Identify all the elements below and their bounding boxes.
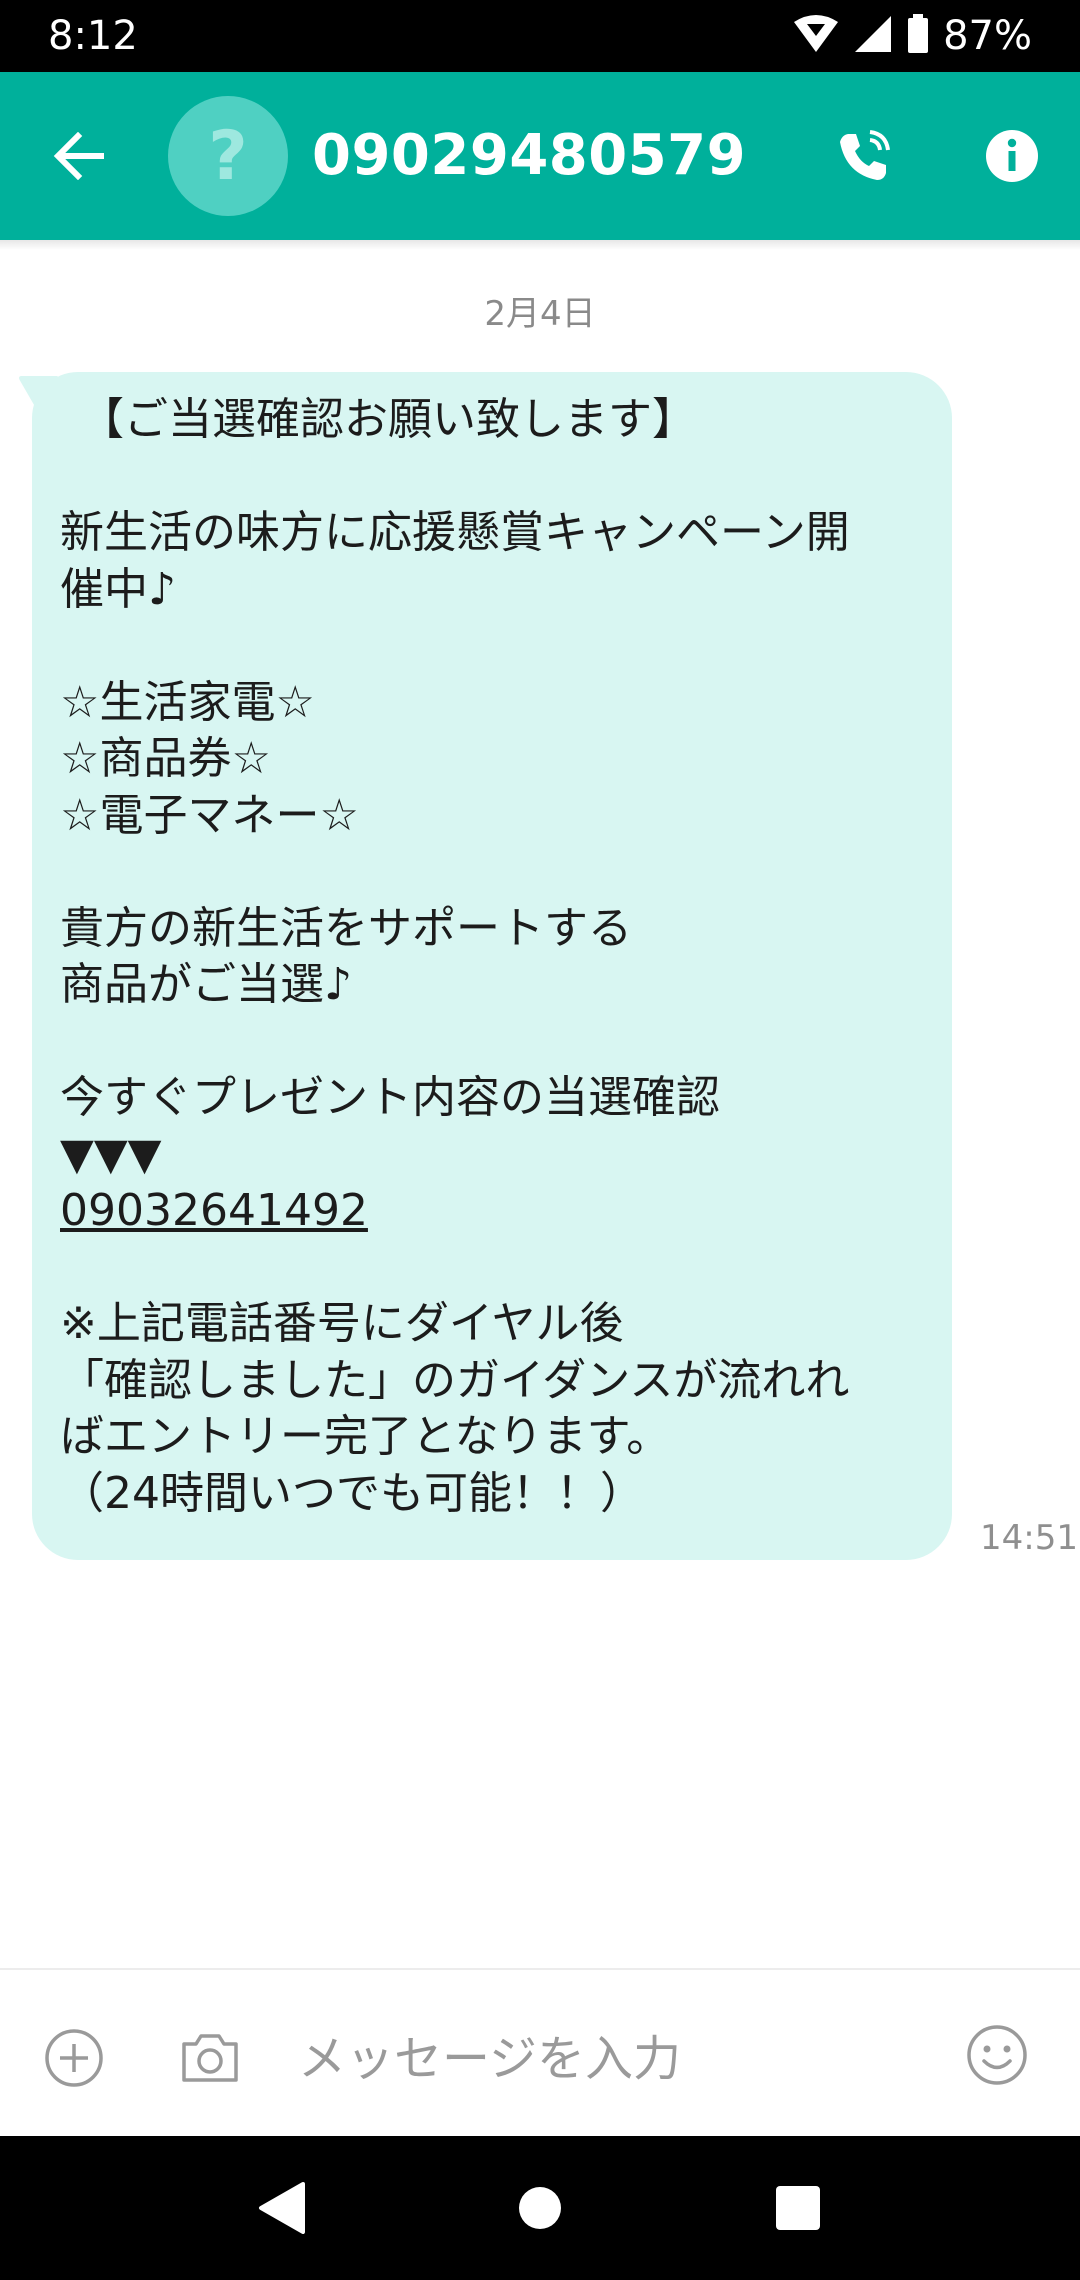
status-bar: 8:12 87% [0, 0, 1080, 72]
contact-avatar[interactable]: ? [168, 96, 288, 216]
message-line: 「確認しました」のガイダンスが流れれ [60, 1354, 850, 1406]
camera-icon[interactable] [176, 2024, 244, 2092]
message-line: （24時間いつでも可能！！） [60, 1467, 644, 1519]
back-triangle-icon[interactable] [246, 2172, 318, 2244]
message-line [60, 1240, 926, 1297]
message-line: 催中♪ [60, 563, 177, 615]
back-arrow-icon[interactable] [48, 124, 112, 188]
phone-number-link[interactable]: 09032641492 [60, 1183, 926, 1240]
message-timestamp: 14:51 [980, 1518, 1078, 1558]
status-icons: 87% [793, 10, 1032, 62]
message-line: ばエントリー完了となります。 [60, 1411, 671, 1462]
add-icon[interactable] [40, 2024, 108, 2092]
message-line [60, 1014, 926, 1071]
wifi-icon [793, 14, 839, 58]
message-line [60, 618, 926, 675]
signal-icon [853, 14, 893, 58]
contact-number-title: 09029480579 [312, 123, 747, 188]
message-line [60, 844, 926, 901]
message-line: 【ご当選確認お願い致します】 [80, 394, 696, 445]
message-line: 商品がご当選♪ [60, 959, 353, 1010]
message-bubble[interactable]: 【ご当選確認お願い致します】 新生活の味方に応援懸賞キャンペーン開 催中♪ ☆生… [32, 372, 952, 1560]
message-line [60, 449, 926, 506]
system-nav-bar [0, 2136, 1080, 2280]
date-separator: 2月4日 [484, 294, 596, 334]
phone-call-icon[interactable] [830, 122, 898, 190]
message-line: ☆生活家電☆ [60, 676, 315, 728]
message-line: 貴方の新生活をサポートする [60, 902, 632, 954]
recents-square-icon[interactable] [762, 2172, 834, 2244]
battery-percent: 87% [943, 13, 1032, 59]
message-composer [0, 1970, 1080, 2136]
info-icon[interactable] [978, 122, 1046, 190]
emoji-icon[interactable] [962, 2020, 1032, 2090]
message-line: ☆商品券☆ [60, 733, 271, 784]
home-circle-icon[interactable] [504, 2172, 576, 2244]
message-input[interactable] [296, 2010, 940, 2108]
message-line: ※上記電話番号にダイヤル後 [60, 1298, 624, 1349]
status-time: 8:12 [48, 13, 138, 59]
app-bar: ? 09029480579 [0, 72, 1080, 240]
app-bar-shadow [0, 240, 1080, 250]
battery-icon [907, 14, 929, 58]
message-line: 今すぐプレゼント内容の当選確認 [60, 1072, 720, 1123]
message-line: 新生活の味方に応援懸賞キャンペーン開 [60, 507, 850, 558]
message-line: ▼▼▼ [60, 1128, 162, 1180]
message-line: ☆電子マネー☆ [60, 789, 359, 841]
